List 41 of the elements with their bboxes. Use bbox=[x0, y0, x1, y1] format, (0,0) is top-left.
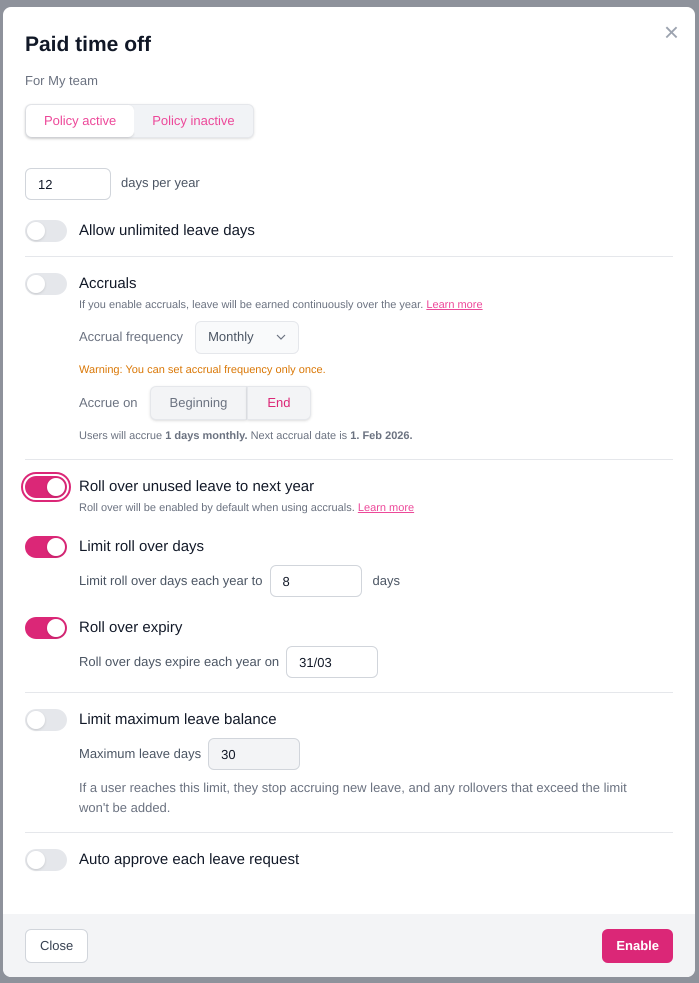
toggle-switch[interactable] bbox=[25, 476, 67, 498]
chevron-down-icon bbox=[276, 334, 286, 340]
note-text: Users will accrue 1 days monthly. Next accrual date is 1. Feb 2026. bbox=[79, 429, 413, 444]
toggle-switch[interactable] bbox=[25, 273, 67, 295]
toggle-switch[interactable] bbox=[25, 536, 67, 558]
enable-button[interactable]: Enable bbox=[602, 928, 673, 962]
segment-option[interactable]: Beginning bbox=[150, 386, 248, 420]
segment-option[interactable]: End bbox=[247, 386, 311, 420]
dialog-subtitle: For My team bbox=[25, 72, 99, 90]
field-label: Roll over days expire each year on bbox=[79, 653, 280, 672]
dialog-title: Paid time off bbox=[25, 32, 152, 58]
close-button[interactable]: Close bbox=[25, 928, 88, 962]
learn-more-link[interactable]: Learn more bbox=[426, 299, 483, 311]
unit-label: days bbox=[372, 572, 400, 590]
field-suffix: days per year bbox=[121, 174, 200, 192]
field-label: Maximum leave days bbox=[79, 745, 202, 764]
setting-label: Allow unlimited leave days bbox=[79, 221, 255, 241]
setting-label: Roll over expiry bbox=[79, 618, 184, 638]
toggle-switch[interactable] bbox=[25, 220, 67, 242]
toggle-switch[interactable] bbox=[25, 617, 67, 639]
number-field[interactable]: 31/03 bbox=[286, 646, 378, 678]
field-label: Accrue on bbox=[79, 394, 138, 412]
limit-explanation: If a user reaches this limit, they stop accruing new leave, and any rollovers that exceed the limit won't be added. bbox=[79, 779, 628, 817]
policy-tab[interactable]: Policy active bbox=[26, 105, 134, 137]
number-field[interactable]: 8 bbox=[270, 565, 362, 597]
frequency-dropdown[interactable]: Monthly bbox=[195, 320, 300, 354]
setting-label: Limit maximum leave balance bbox=[79, 710, 278, 730]
setting-description: If you enable accruals, leave will be earned continuously over the year. Learn more bbox=[79, 298, 483, 313]
setting-label: Accruals bbox=[79, 274, 138, 294]
toggle-switch[interactable] bbox=[25, 849, 67, 871]
warning-text: Warning: You can set accrual frequency only once. bbox=[79, 362, 326, 378]
setting-label: Auto approve each leave request bbox=[79, 850, 300, 870]
setting-label: Roll over unused leave to next year bbox=[79, 476, 316, 496]
setting-description: Roll over will be enabled by default when using accruals. Learn more bbox=[79, 500, 414, 516]
toggle-switch[interactable] bbox=[25, 709, 67, 731]
learn-more-link[interactable]: Learn more bbox=[358, 502, 414, 514]
field-label: Limit roll over days each year to bbox=[79, 572, 263, 590]
days-field[interactable]: 12 bbox=[25, 168, 111, 200]
policy-tab[interactable]: Policy inactive bbox=[134, 105, 253, 137]
field-label: Accrual frequency bbox=[79, 328, 184, 346]
setting-label: Limit roll over days bbox=[79, 537, 206, 557]
